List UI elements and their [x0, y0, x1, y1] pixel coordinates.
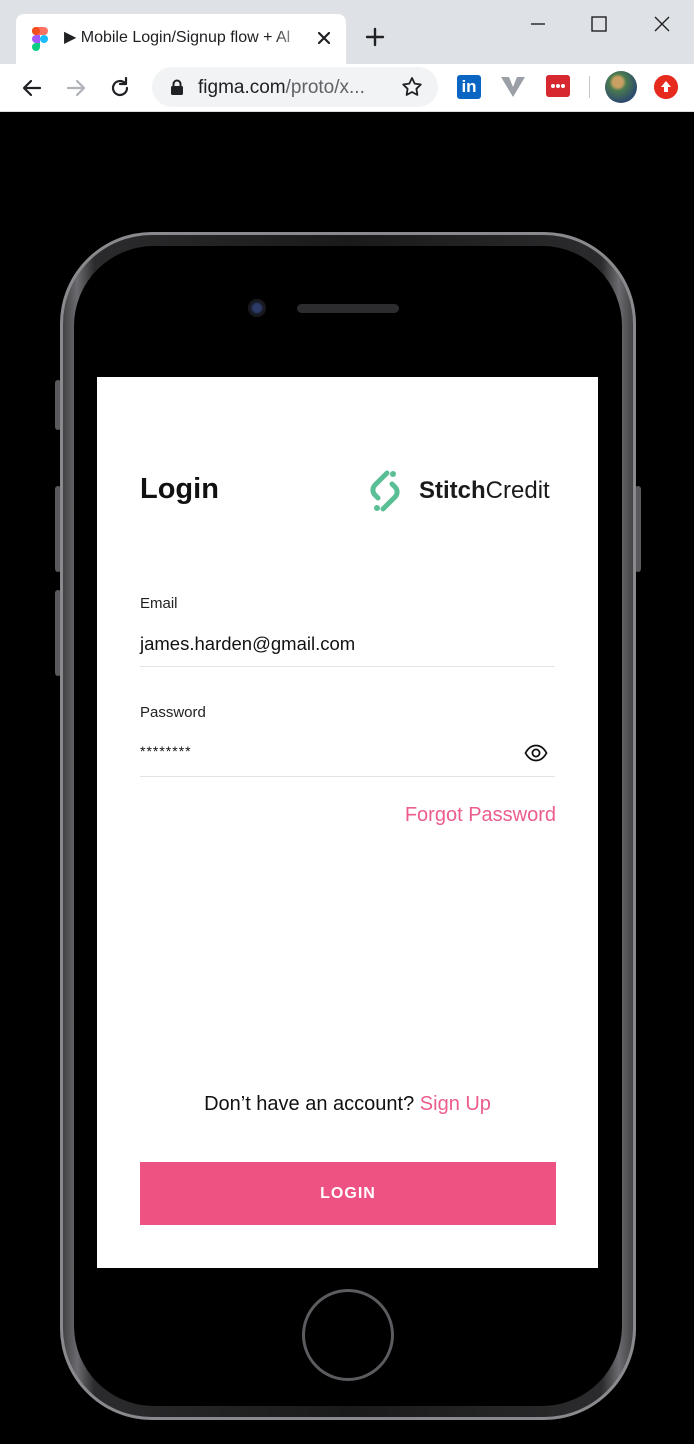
close-window-icon[interactable]	[648, 10, 676, 38]
browser-tab-active[interactable]: ▶ Mobile Login/Signup flow + Al	[16, 14, 346, 64]
signup-prompt-text: Don’t have an account?	[204, 1093, 415, 1115]
upload-extension-icon[interactable]	[654, 75, 678, 99]
password-field[interactable]: ********	[140, 743, 192, 759]
profile-avatar[interactable]	[605, 71, 637, 103]
linkedin-extension-icon[interactable]: in	[457, 75, 481, 99]
login-screen: Login StitchCredit Email james.harden@gm…	[97, 377, 598, 1268]
login-button[interactable]: LOGIN	[140, 1162, 556, 1225]
forward-arrow-icon[interactable]	[62, 74, 90, 102]
brand-name: StitchCredit	[419, 477, 550, 505]
reload-icon[interactable]	[106, 74, 134, 102]
front-camera	[248, 299, 266, 317]
toolbar-separator	[589, 76, 590, 98]
page-title: Login	[140, 473, 219, 505]
url-path: /proto/x...	[285, 77, 365, 98]
email-field[interactable]: james.harden@gmail.com	[140, 633, 355, 655]
browser-tab-strip: ▶ Mobile Login/Signup flow + Al	[0, 0, 694, 64]
minimize-window-icon[interactable]	[524, 10, 552, 38]
address-bar[interactable]: figma.com/proto/x...	[152, 67, 438, 107]
password-manager-extension-icon[interactable]	[546, 75, 570, 97]
email-underline	[140, 666, 555, 667]
v-extension-icon[interactable]	[500, 75, 526, 99]
bookmark-star-icon[interactable]	[400, 75, 424, 99]
close-tab-icon[interactable]	[314, 28, 334, 48]
signup-prompt: Don’t have an account? Sign Up	[97, 1093, 598, 1116]
password-underline	[140, 776, 555, 777]
password-label: Password	[140, 704, 206, 721]
maximize-window-icon[interactable]	[585, 10, 613, 38]
brand-name-regular: Credit	[485, 477, 550, 504]
brand-name-bold: Stitch	[419, 477, 486, 504]
home-button[interactable]	[302, 1289, 394, 1381]
tab-title: ▶ Mobile Login/Signup flow + Al	[64, 29, 291, 46]
show-password-eye-icon[interactable]	[524, 743, 548, 763]
email-label: Email	[140, 595, 178, 612]
new-tab-plus-icon[interactable]	[362, 24, 388, 50]
back-arrow-icon[interactable]	[18, 74, 46, 102]
forgot-password-link[interactable]: Forgot Password	[405, 804, 556, 827]
lock-icon	[171, 79, 183, 95]
url-text: figma.com/proto/x...	[198, 77, 365, 99]
signup-link[interactable]: Sign Up	[420, 1093, 491, 1115]
earpiece-speaker	[297, 304, 399, 313]
figma-icon	[32, 27, 48, 51]
stitch-logo-icon	[370, 470, 400, 512]
url-host: figma.com	[198, 77, 286, 98]
